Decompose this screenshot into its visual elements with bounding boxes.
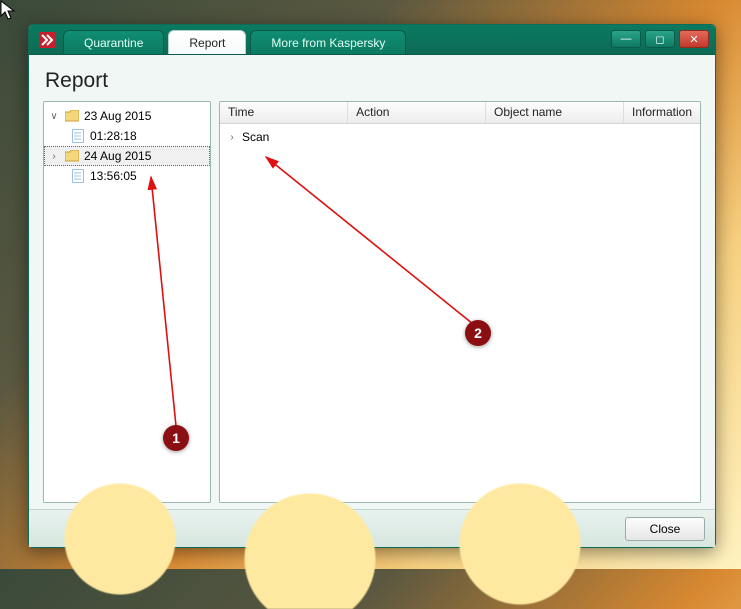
annotation-badge: 1 <box>163 425 189 451</box>
footer-bar: Close <box>29 509 715 547</box>
grid-header: Time Action Object name Information <box>220 102 700 124</box>
column-header-object[interactable]: Object name <box>486 102 624 123</box>
tab-more-from-kaspersky[interactable]: More from Kaspersky <box>250 30 406 54</box>
window-buttons: — ◻ ✕ <box>611 30 709 48</box>
chevron-right-icon[interactable]: › <box>226 132 238 143</box>
column-header-time[interactable]: Time <box>220 102 348 123</box>
folder-icon <box>64 108 80 124</box>
window-close-button[interactable]: ✕ <box>679 30 709 48</box>
results-grid-pane: Time Action Object name Information › Sc… <box>219 101 701 503</box>
page-title: Report <box>45 69 701 93</box>
column-header-action[interactable]: Action <box>348 102 486 123</box>
title-bar: Quarantine Report More from Kaspersky — … <box>29 25 715 55</box>
grid-body: › Scan <box>220 124 700 502</box>
minimize-button[interactable]: — <box>611 30 641 48</box>
tree-group-label: 24 Aug 2015 <box>84 149 151 163</box>
chevron-right-icon[interactable]: › <box>48 151 60 162</box>
maximize-button[interactable]: ◻ <box>645 30 675 48</box>
grid-row-label: Scan <box>242 130 269 144</box>
document-icon <box>70 168 86 184</box>
tree-item-label: 01:28:18 <box>90 129 137 143</box>
kaspersky-logo-icon <box>39 32 55 48</box>
column-header-info[interactable]: Information <box>624 102 700 123</box>
chevron-down-icon[interactable]: ∨ <box>48 111 60 122</box>
tab-bar: Quarantine Report More from Kaspersky <box>63 25 406 54</box>
annotation-badge: 2 <box>465 320 491 346</box>
tree-item[interactable]: 13:56:05 <box>44 166 210 186</box>
grid-row[interactable]: › Scan <box>226 128 694 146</box>
tree-item-label: 13:56:05 <box>90 169 137 183</box>
tree-group[interactable]: › 24 Aug 2015 <box>44 146 210 166</box>
mouse-cursor-icon <box>0 0 18 22</box>
tree-group[interactable]: ∨ 23 Aug 2015 <box>44 106 210 126</box>
tree-group-label: 23 Aug 2015 <box>84 109 151 123</box>
tab-report[interactable]: Report <box>168 30 246 54</box>
panes: ∨ 23 Aug 2015 01:28:18 › <box>43 101 701 503</box>
tree-item[interactable]: 01:28:18 <box>44 126 210 146</box>
app-window: Quarantine Report More from Kaspersky — … <box>28 24 716 548</box>
document-icon <box>70 128 86 144</box>
close-button[interactable]: Close <box>625 517 705 541</box>
body-area: Report ∨ 23 Aug 2015 01:28:18 <box>29 55 715 509</box>
folder-icon <box>64 148 80 164</box>
tab-quarantine[interactable]: Quarantine <box>63 30 164 54</box>
